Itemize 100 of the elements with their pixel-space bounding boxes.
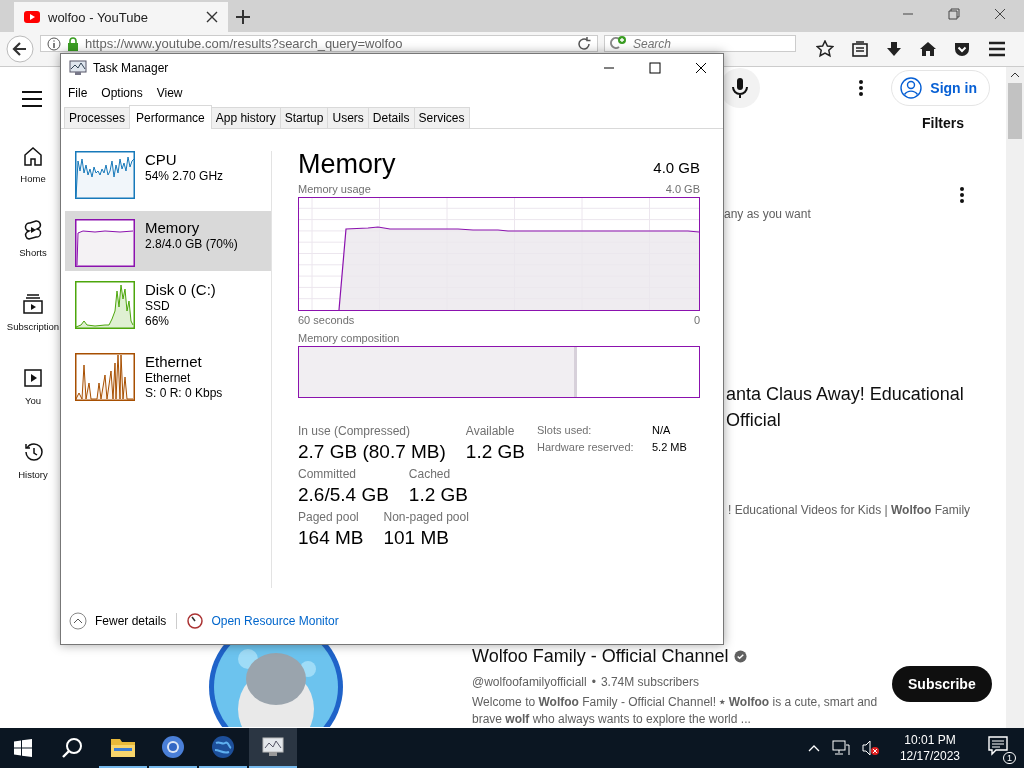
- address-bar[interactable]: https://www.youtube.com/results?search_query=wolfoo: [40, 35, 598, 52]
- play-icon: [22, 367, 44, 389]
- device-stat: 2.8/4.0 GB (70%): [145, 237, 238, 252]
- detail-label: Slots used:: [537, 424, 593, 436]
- device-item[interactable]: Ethernet Ethernet S: 0 R: 0 Kbps: [65, 349, 271, 407]
- menu-icon[interactable]: [22, 91, 42, 107]
- home-icon[interactable]: [920, 41, 936, 57]
- tab[interactable]: Startup: [279, 107, 329, 128]
- device-stat: S: 0 R: 0 Kbps: [145, 386, 223, 401]
- subscribe-button[interactable]: Subscribe: [892, 666, 992, 702]
- scrollbar-thumb[interactable]: [1008, 83, 1022, 139]
- chevron-up-icon: [69, 612, 87, 630]
- device-stat: SSD: [145, 299, 171, 314]
- history-icon: [22, 441, 44, 463]
- stat-value: 1.2 GB: [408, 484, 468, 506]
- menu-item[interactable]: File: [68, 86, 88, 100]
- sidebar-item[interactable]: History: [18, 441, 48, 515]
- device-stat: Ethernet: [145, 371, 192, 386]
- stat-label: Paged pool: [298, 510, 360, 524]
- usage-graph-icon: [75, 151, 135, 199]
- channel-handle: @wolfoofamilyofficiall: [472, 675, 587, 689]
- search-field[interactable]: Search: [604, 35, 796, 52]
- pocket-icon[interactable]: [954, 41, 970, 57]
- stat-label: Available: [465, 424, 516, 438]
- back-icon[interactable]: [6, 35, 34, 63]
- home-icon: [22, 145, 44, 167]
- close-icon[interactable]: [994, 8, 1006, 20]
- clock-time[interactable]: 10:01 PM: [904, 732, 956, 748]
- sidebar-item[interactable]: Shorts: [19, 219, 47, 293]
- device-item[interactable]: CPU 54% 2.70 GHz: [65, 147, 271, 205]
- menu-item[interactable]: View: [156, 86, 183, 100]
- device-stat: 54% 2.70 GHz: [145, 169, 224, 184]
- stat-label: In use (Compressed): [298, 424, 412, 438]
- tab[interactable]: Users: [327, 107, 369, 128]
- subscriber-count: 3.74M subscribers: [600, 675, 699, 689]
- device-name: Disk 0 (C:): [145, 281, 216, 299]
- more-icon[interactable]: [960, 187, 964, 203]
- more-icon[interactable]: [859, 80, 864, 96]
- reload-icon[interactable]: [577, 36, 591, 51]
- task-manager-icon[interactable]: [249, 728, 297, 768]
- bookmark-star-icon[interactable]: [816, 40, 834, 58]
- caret-icon[interactable]: [807, 744, 820, 752]
- network-icon[interactable]: [831, 740, 850, 756]
- browser-tab[interactable]: wolfoo - YouTube: [14, 2, 228, 32]
- stat-label: Cached: [408, 467, 452, 481]
- panel-title: Memory: [298, 149, 396, 180]
- search-icon[interactable]: [61, 737, 83, 759]
- fewer-details-button[interactable]: Fewer details: [69, 612, 167, 630]
- scroll-up-icon[interactable]: [1010, 71, 1020, 79]
- usage-graph-icon: [75, 219, 135, 267]
- task-manager-icon: [69, 60, 87, 76]
- start-icon[interactable]: [14, 739, 32, 757]
- close-icon[interactable]: [206, 11, 218, 23]
- clock-date[interactable]: 12/17/2023: [899, 748, 960, 764]
- time-axis-label: 0: [693, 314, 700, 326]
- channel-description: Welcome to Wolfoo Family - Official Channel! ⭑ Wolfoo is a cute, smart and brave wolf who always wants to explore the world ...: [472, 694, 879, 728]
- video-title[interactable]: Official: [726, 407, 1006, 433]
- video-play-icon: [24, 11, 40, 23]
- download-icon[interactable]: [886, 41, 902, 57]
- graph-max-label: 4.0 GB: [665, 183, 700, 195]
- menu-item[interactable]: Options: [101, 86, 143, 100]
- usage-graph-icon: [75, 281, 135, 329]
- detail-label: Hardware reserved:: [537, 441, 635, 453]
- device-name: CPU: [145, 151, 178, 169]
- notification-count: 1: [1003, 752, 1016, 764]
- filters-button[interactable]: Filters: [922, 109, 964, 137]
- stat-value: 2.6/5.4 GB: [298, 484, 389, 506]
- tab[interactable]: App history: [210, 107, 281, 128]
- notifications-icon[interactable]: [988, 736, 1010, 756]
- reading-list-icon[interactable]: [852, 41, 868, 57]
- graph-label: Memory usage: [298, 183, 371, 195]
- stat-label: Committed: [298, 467, 357, 481]
- device-item[interactable]: Disk 0 (C:) SSD 66%: [65, 277, 271, 335]
- device-name: Memory: [145, 219, 201, 237]
- new-tab-icon[interactable]: [236, 10, 250, 24]
- sidebar-item[interactable]: Subscription: [6, 293, 60, 367]
- close-icon[interactable]: [695, 62, 707, 74]
- scrollbar[interactable]: [1006, 67, 1024, 728]
- video-title[interactable]: anta Claus Away! Educational: [726, 381, 1006, 407]
- sidebar-item[interactable]: Home: [20, 145, 46, 219]
- tab[interactable]: Processes: [64, 107, 131, 128]
- video-description: ! Educational Videos for Kids | Wolfoo Family: [728, 503, 972, 517]
- restore-icon[interactable]: [948, 8, 960, 20]
- account-icon: [900, 77, 923, 99]
- tab[interactable]: Details: [367, 107, 415, 128]
- muted-volume-icon[interactable]: [861, 740, 880, 756]
- tab-title: wolfoo - YouTube: [48, 9, 149, 25]
- url-text: https://www.youtube.com/results?search_query=wolfoo: [85, 36, 404, 51]
- tab[interactable]: Services: [413, 107, 470, 128]
- open-resource-monitor-link[interactable]: Open Resource Monitor: [211, 614, 339, 628]
- maximize-icon[interactable]: [649, 62, 661, 74]
- sign-in-button[interactable]: Sign in: [891, 70, 990, 106]
- separator-dot: •: [591, 675, 596, 689]
- info-icon[interactable]: [47, 36, 61, 51]
- device-item[interactable]: Memory 2.8/4.0 GB (70%): [65, 211, 271, 271]
- sidebar-item[interactable]: You: [22, 367, 44, 441]
- resource-monitor-icon: [187, 613, 204, 629]
- menu-icon[interactable]: [988, 41, 1006, 57]
- tab[interactable]: Performance: [129, 105, 212, 129]
- channel-name[interactable]: Wolfoo Family - Official Channel: [472, 646, 729, 667]
